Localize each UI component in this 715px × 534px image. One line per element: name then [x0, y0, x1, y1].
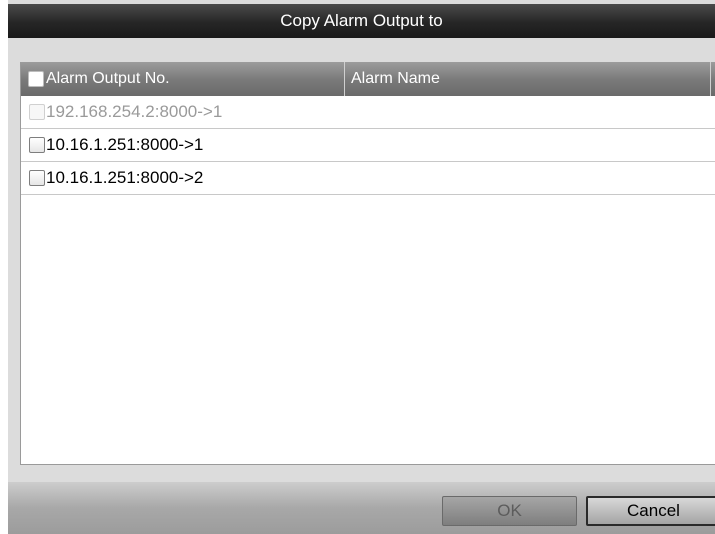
column-header-alarm-name: Alarm Name — [345, 62, 711, 96]
dialog-title: Copy Alarm Output to — [8, 4, 715, 38]
alarm-output-table: Alarm Output No. Alarm Name 192.168.254.… — [20, 62, 715, 465]
alarm-output-no: 10.16.1.251:8000->2 — [46, 168, 204, 187]
table-row[interactable]: 10.16.1.251:8000->2 — [21, 162, 715, 195]
column-header-extra — [711, 62, 715, 96]
column-header-alarm-output-no: Alarm Output No. — [21, 62, 345, 96]
cancel-button[interactable]: Cancel — [586, 496, 715, 526]
row-checkbox — [29, 104, 45, 120]
table-row[interactable]: 10.16.1.251:8000->1 — [21, 129, 715, 162]
alarm-output-no: 10.16.1.251:8000->1 — [46, 135, 204, 154]
ok-button[interactable]: OK — [442, 496, 577, 526]
table-header: Alarm Output No. Alarm Name — [21, 62, 715, 96]
column-header-label: Alarm Output No. — [46, 70, 170, 87]
copy-alarm-output-dialog: Copy Alarm Output to Alarm Output No. Al… — [8, 0, 715, 534]
select-all-checkbox[interactable] — [28, 71, 44, 87]
row-checkbox[interactable] — [29, 170, 45, 186]
table-row: 192.168.254.2:8000->1 — [21, 96, 715, 129]
row-checkbox[interactable] — [29, 137, 45, 153]
alarm-output-no: 192.168.254.2:8000->1 — [46, 102, 223, 121]
dialog-footer: OK Cancel — [8, 482, 715, 534]
